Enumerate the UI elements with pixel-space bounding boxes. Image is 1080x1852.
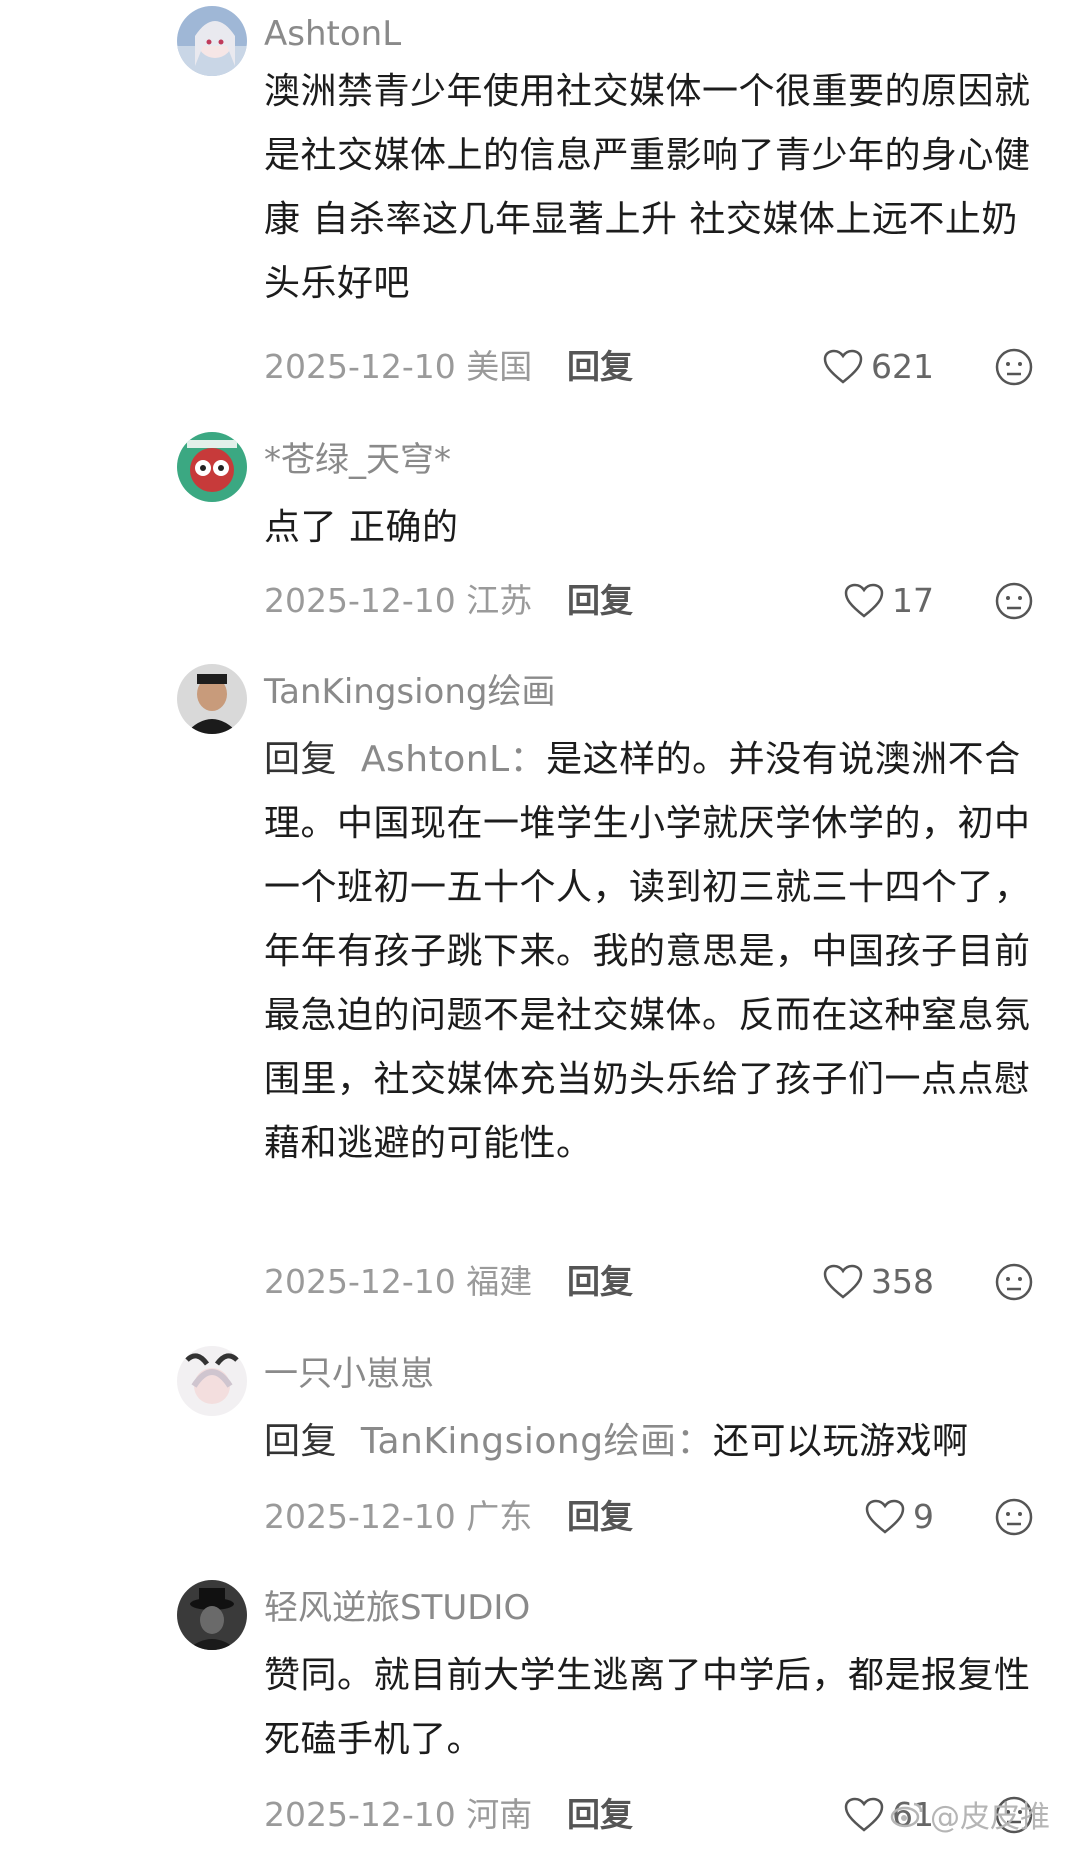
avatar[interactable] (177, 6, 247, 76)
neutral-face-icon (995, 582, 1033, 620)
reply-prefix: 回复 (264, 739, 338, 780)
avatar[interactable] (177, 432, 247, 502)
comment-meta: 2025-12-10 福建 回复 358 (264, 1257, 1034, 1307)
comment-date-location: 2025-12-10 福建 (264, 1262, 533, 1301)
avatar[interactable] (177, 664, 247, 734)
like-button[interactable]: 9 (865, 1492, 934, 1542)
reply-button[interactable]: 回复 (567, 576, 633, 626)
comment-text: 赞同。就目前大学生逃离了中学后，都是报复性死磕手机了。 (264, 1655, 1031, 1760)
like-button[interactable]: 358 (823, 1257, 934, 1307)
comment-date-location: 2025-12-10 美国 (264, 347, 533, 386)
neutral-face-icon (995, 1498, 1033, 1536)
like-count: 358 (871, 1262, 934, 1301)
comment-meta: 2025-12-10 江苏 回复 17 (264, 576, 1034, 626)
weibo-logo-icon (890, 1802, 923, 1828)
comment-meta: 2025-12-10 美国 回复 621 (264, 342, 1034, 392)
reply-button[interactable]: 回复 (567, 1790, 633, 1840)
heart-outline-icon (865, 1499, 905, 1534)
comment-body: 是这样的。并没有说澳洲不合理。中国现在一堆学生小学就厌学休学的，初中一个班初一五… (264, 739, 1031, 1164)
comment-meta: 2025-12-10 广东 回复 9 (264, 1492, 1034, 1542)
comment-text: 回复 AshtonL：是这样的。并没有说澳洲不合理。中国现在一堆学生小学就厌学休… (264, 728, 1044, 1176)
username[interactable]: *苍绿_天穹* (264, 438, 451, 482)
comment-date-location: 2025-12-10 江苏 (264, 581, 533, 620)
heart-outline-icon (823, 1264, 863, 1299)
heart-outline-icon (823, 349, 863, 384)
neutral-face-icon (995, 348, 1033, 386)
dislike-button[interactable] (994, 347, 1034, 401)
comment-date-location: 2025-12-10 广东 (264, 1497, 533, 1536)
reply-button[interactable]: 回复 (567, 1257, 633, 1307)
username[interactable]: 轻风逆旅STUDIO (264, 1586, 530, 1630)
avatar[interactable] (177, 1346, 247, 1416)
heart-outline-icon (844, 583, 884, 618)
watermark-text: @皮皮推 (930, 1800, 1050, 1835)
reply-button[interactable]: 回复 (567, 342, 633, 392)
like-button[interactable]: 621 (823, 342, 934, 392)
like-button[interactable]: 17 (844, 576, 934, 626)
username[interactable]: TanKingsiong绘画 (264, 670, 556, 714)
watermark: @皮皮推 (890, 1792, 1050, 1836)
comment-text: 点了 正确的 (264, 507, 459, 548)
reply-button[interactable]: 回复 (567, 1492, 633, 1542)
comment-text: 澳洲禁青少年使用社交媒体一个很重要的原因就是社交媒体上的信息严重影响了青少年的身… (264, 71, 1031, 304)
avatar[interactable] (177, 1580, 247, 1650)
dislike-button[interactable] (994, 1262, 1034, 1316)
dislike-button[interactable] (994, 581, 1034, 635)
dislike-button[interactable] (994, 1497, 1034, 1551)
neutral-face-icon (995, 1263, 1033, 1301)
like-count: 621 (871, 347, 934, 386)
like-count: 17 (892, 581, 934, 620)
reply-prefix: 回复 (264, 1421, 338, 1462)
comment-date-location: 2025-12-10 河南 (264, 1795, 533, 1834)
reply-target[interactable]: TanKingsiong绘画： (361, 1421, 713, 1462)
like-count: 9 (913, 1497, 934, 1536)
username[interactable]: 一只小崽崽 (264, 1352, 434, 1396)
comment-text: 回复 TanKingsiong绘画：还可以玩游戏啊 (264, 1410, 1044, 1474)
heart-outline-icon (844, 1797, 884, 1832)
comment-body: 还可以玩游戏啊 (713, 1421, 969, 1462)
username[interactable]: AshtonL (264, 12, 401, 56)
reply-target[interactable]: AshtonL： (361, 739, 546, 780)
